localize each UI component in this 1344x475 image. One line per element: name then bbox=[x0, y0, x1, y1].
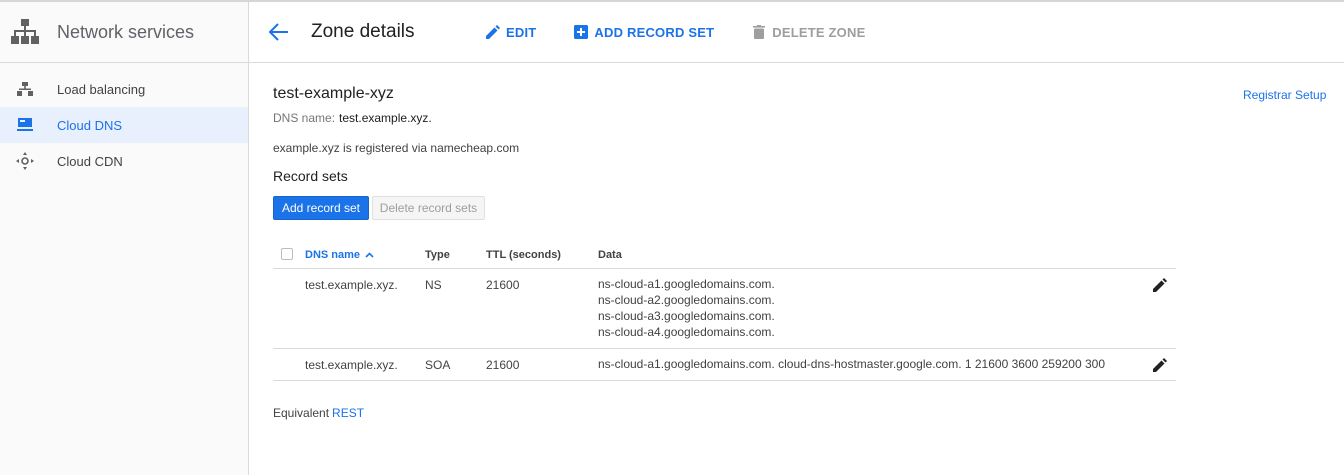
registrar-info-text: example.xyz is registered via namecheap.… bbox=[273, 141, 520, 155]
cell-dns-name: test.example.xyz. bbox=[305, 278, 398, 292]
sidebar-header: Network services bbox=[0, 2, 248, 63]
equivalent-label: Equivalent bbox=[273, 406, 330, 420]
edit-row-pencil-icon[interactable] bbox=[1153, 358, 1169, 374]
rest-link[interactable]: REST bbox=[332, 406, 364, 420]
column-header-dns-name[interactable]: DNS name bbox=[305, 249, 374, 261]
add-record-set-button[interactable]: ADD RECORD SET bbox=[573, 24, 714, 40]
sidebar-item-label: Load balancing bbox=[57, 81, 146, 97]
dns-name-value: test.example.xyz. bbox=[339, 111, 432, 125]
record-sets-table: DNS name Type TTL (seconds) Data test.ex… bbox=[273, 241, 1176, 381]
cloud-cdn-icon bbox=[16, 152, 34, 170]
cell-type: SOA bbox=[425, 358, 451, 372]
delete-zone-button[interactable]: DELETE ZONE bbox=[751, 24, 865, 40]
cell-dns-name: test.example.xyz. bbox=[305, 358, 398, 372]
delete-zone-button-label: DELETE ZONE bbox=[772, 24, 866, 40]
column-header-data: Data bbox=[598, 249, 622, 261]
cell-ttl: 21600 bbox=[486, 358, 520, 372]
add-record-set-button-label: ADD RECORD SET bbox=[594, 24, 715, 40]
select-all-checkbox[interactable] bbox=[281, 248, 293, 260]
table-row: test.example.xyz. NS 21600 ns-cloud-a1.g… bbox=[273, 269, 1176, 349]
column-header-dns-name-label: DNS name bbox=[305, 249, 361, 261]
cell-data-line: ns-cloud-a3.googledomains.com. bbox=[598, 309, 775, 323]
cell-data-line: ns-cloud-a1.googledomains.com. cloud-dns… bbox=[598, 357, 1105, 371]
registrar-setup-link[interactable]: Registrar Setup bbox=[1243, 88, 1326, 102]
sidebar: Network services Load balancing Cloud DN… bbox=[0, 2, 249, 475]
cell-data-line: ns-cloud-a2.googledomains.com. bbox=[598, 293, 775, 307]
delete-record-sets-button[interactable]: Delete record sets bbox=[372, 196, 485, 220]
sidebar-nav: Load balancing Cloud DNS Cloud CDN bbox=[0, 63, 248, 179]
record-sets-title: Record sets bbox=[273, 168, 348, 184]
table-header: DNS name Type TTL (seconds) Data bbox=[273, 241, 1176, 269]
add-record-set-primary-button[interactable]: Add record set bbox=[273, 196, 369, 220]
equivalent-rest-row: Equivalent REST bbox=[273, 406, 364, 420]
cell-data-line: ns-cloud-a1.googledomains.com. bbox=[598, 277, 775, 291]
edit-row-pencil-icon[interactable] bbox=[1153, 278, 1169, 294]
sidebar-item-cloud-dns[interactable]: Cloud DNS bbox=[0, 107, 248, 143]
cell-type: NS bbox=[425, 278, 442, 292]
edit-button[interactable]: EDIT bbox=[485, 24, 536, 40]
column-header-type: Type bbox=[425, 249, 450, 261]
back-arrow-icon[interactable] bbox=[267, 20, 291, 44]
edit-button-label: EDIT bbox=[506, 24, 537, 40]
load-balancing-icon bbox=[16, 80, 34, 98]
column-header-ttl: TTL (seconds) bbox=[486, 249, 561, 261]
dns-name-label: DNS name: bbox=[273, 111, 336, 125]
cell-data-line: ns-cloud-a4.googledomains.com. bbox=[598, 325, 775, 339]
sidebar-title: Network services bbox=[57, 21, 195, 42]
page-title: Zone details bbox=[311, 21, 415, 42]
add-box-icon bbox=[573, 24, 589, 40]
sort-ascending-icon bbox=[365, 252, 374, 258]
pencil-icon bbox=[485, 24, 501, 40]
network-services-icon bbox=[11, 19, 39, 45]
cell-data: ns-cloud-a1.googledomains.com. cloud-dns… bbox=[598, 356, 1105, 372]
dns-name-row: DNS name: test.example.xyz. bbox=[273, 111, 432, 125]
sidebar-item-label: Cloud DNS bbox=[57, 117, 123, 133]
zone-name: test-example-xyz bbox=[273, 85, 394, 102]
cell-data: ns-cloud-a1.googledomains.com. ns-cloud-… bbox=[598, 276, 775, 340]
sidebar-item-label: Cloud CDN bbox=[57, 153, 123, 169]
table-row: test.example.xyz. SOA 21600 ns-cloud-a1.… bbox=[273, 349, 1176, 381]
sidebar-item-load-balancing[interactable]: Load balancing bbox=[0, 71, 248, 107]
cell-ttl: 21600 bbox=[486, 278, 520, 292]
page-header: Zone details EDIT ADD RECORD SET DELETE … bbox=[249, 2, 1344, 63]
cloud-dns-icon bbox=[16, 116, 34, 134]
sidebar-item-cloud-cdn[interactable]: Cloud CDN bbox=[0, 143, 248, 179]
trash-icon bbox=[751, 24, 767, 40]
